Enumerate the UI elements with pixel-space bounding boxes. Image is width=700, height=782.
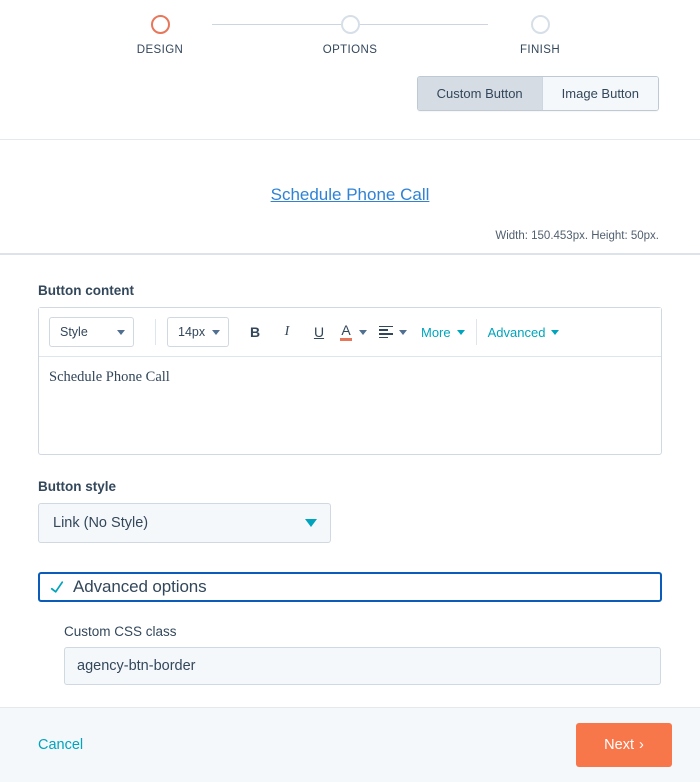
font-size-value: 14px	[178, 325, 206, 339]
next-button[interactable]: Next ›	[576, 723, 672, 767]
advanced-options-accordion[interactable]: Advanced options	[38, 572, 662, 602]
stepper-step-options[interactable]: OPTIONS	[260, 15, 440, 56]
preview-dimensions-text: Width: 150.453px. Height: 50px.	[495, 230, 659, 242]
advanced-options-panel: Custom CSS class agency-btn-border	[38, 602, 662, 685]
cancel-button[interactable]: Cancel	[38, 737, 83, 753]
more-menu-label: More	[421, 324, 451, 340]
more-menu-button[interactable]: More	[421, 325, 465, 340]
chevron-down-icon	[551, 329, 560, 335]
chevron-down-icon[interactable]	[359, 329, 367, 335]
stepper-step-finish[interactable]: FINISH	[450, 15, 630, 56]
button-style-label: Button style	[38, 479, 117, 494]
editor-toolbar: Style 14px B I U A More Advanced	[39, 308, 661, 357]
text-color-swatch	[340, 338, 352, 341]
step-dot-icon	[340, 15, 360, 34]
advanced-options-title: Advanced options	[73, 577, 207, 596]
text-color-button[interactable]: A	[340, 323, 352, 341]
chevron-down-icon[interactable]	[399, 329, 407, 335]
button-style-value: Link (No Style)	[53, 515, 149, 531]
align-left-icon[interactable]	[379, 325, 393, 339]
stepper-step-label: FINISH	[519, 44, 561, 56]
chevron-down-icon	[456, 329, 465, 335]
wizard-footer: Cancel Next ›	[0, 707, 700, 782]
wizard-stepper: DESIGN OPTIONS FINISH	[0, 0, 700, 70]
chevron-right-icon: ›	[638, 737, 644, 753]
style-select-value: Style	[60, 325, 88, 339]
stepper-step-design[interactable]: DESIGN	[70, 15, 250, 56]
rich-text-editor: Style 14px B I U A More Advanced Schedul…	[38, 307, 662, 455]
italic-button[interactable]: I	[276, 318, 298, 346]
advanced-menu-label: Advanced	[487, 324, 546, 340]
next-button-label: Next	[604, 737, 634, 753]
toolbar-separator	[475, 319, 477, 345]
text-color-glyph: A	[341, 322, 351, 338]
stepper-step-label: DESIGN	[136, 44, 184, 56]
step-dot-icon	[530, 15, 550, 34]
font-size-select[interactable]: 14px	[167, 317, 229, 347]
tab-image-button[interactable]: Image Button	[541, 77, 658, 110]
preview-button-link[interactable]: Schedule Phone Call	[271, 185, 430, 204]
custom-css-class-label: Custom CSS class	[64, 624, 177, 639]
toolbar-separator	[155, 319, 156, 345]
step-dot-icon	[150, 15, 170, 34]
button-content-label: Button content	[38, 283, 134, 298]
style-select[interactable]: Style	[49, 317, 134, 347]
tab-custom-button[interactable]: Custom Button	[417, 77, 542, 110]
editor-content-area[interactable]: Schedule Phone Call	[39, 357, 661, 454]
advanced-menu-button[interactable]: Advanced	[488, 325, 560, 340]
stepper-step-label: OPTIONS	[322, 44, 378, 56]
bold-button[interactable]: B	[244, 318, 266, 346]
button-preview-area: Schedule Phone Call	[0, 140, 700, 205]
chevron-down-icon	[212, 329, 220, 335]
button-style-select[interactable]: Link (No Style)	[38, 503, 331, 543]
underline-button[interactable]: U	[308, 318, 330, 346]
custom-css-class-input[interactable]: agency-btn-border	[64, 647, 661, 685]
chevron-down-icon	[305, 519, 317, 527]
chevron-down-icon	[117, 329, 125, 335]
button-type-tabs: Custom Button Image Button	[0, 76, 700, 111]
chevron-up-icon	[50, 581, 64, 593]
